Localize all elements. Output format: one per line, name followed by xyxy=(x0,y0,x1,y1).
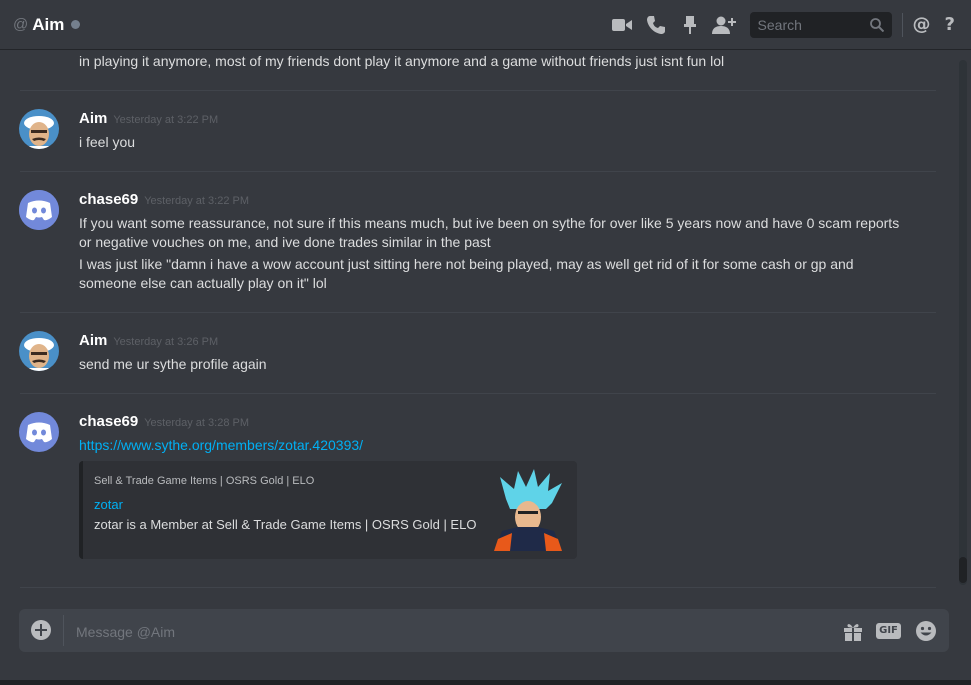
author-name[interactable]: chase69 xyxy=(79,413,138,430)
composer-divider xyxy=(63,615,64,646)
author-name[interactable]: Aim xyxy=(79,332,107,349)
avatar-chase69[interactable] xyxy=(19,412,59,452)
add-friend-to-dm-icon[interactable] xyxy=(711,13,736,37)
gift-icon[interactable] xyxy=(842,620,864,647)
scrollbar-track[interactable] xyxy=(959,60,967,585)
embed-thumbnail-image[interactable] xyxy=(488,469,568,551)
message-timestamp: Yesterday at 3:22 PM xyxy=(144,195,249,207)
message-list[interactable]: in playing it anymore, most of my friend… xyxy=(0,49,956,594)
message-link[interactable]: https://www.sythe.org/members/zotar.4203… xyxy=(79,435,929,455)
voice-call-icon[interactable] xyxy=(644,13,668,37)
message-timestamp: Yesterday at 3:26 PM xyxy=(113,336,219,348)
at-icon: @ xyxy=(13,16,29,33)
author-name[interactable]: Aim xyxy=(79,110,107,127)
message-author[interactable]: Aim Yesterday at 3:22 PM xyxy=(79,110,218,127)
message-author[interactable]: chase69 Yesterday at 3:28 PM xyxy=(79,413,249,430)
link-embed: Sell & Trade Game Items | OSRS Gold | EL… xyxy=(79,461,577,559)
embed-description: zotar is a Member at Sell & Trade Game I… xyxy=(94,517,477,532)
emoji-picker-icon[interactable] xyxy=(915,620,937,647)
dm-recipient-name[interactable]: Aim xyxy=(32,15,64,35)
message-text: i feel you xyxy=(79,134,136,150)
avatar-aim[interactable] xyxy=(19,109,59,149)
message-text: or negative vouches on me, and ive done … xyxy=(79,234,491,250)
embed-provider: Sell & Trade Game Items | OSRS Gold | EL… xyxy=(94,475,315,487)
pinned-messages-icon[interactable] xyxy=(678,13,702,37)
help-icon[interactable]: ? xyxy=(945,14,955,35)
status-indicator xyxy=(71,20,81,29)
message-text-continued: in playing it anymore, most of my friend… xyxy=(79,53,725,69)
video-call-icon[interactable] xyxy=(610,13,634,37)
message-text: send me ur sythe profile again xyxy=(79,356,267,372)
scrollbar-thumb[interactable] xyxy=(959,557,967,583)
message-divider xyxy=(20,587,936,588)
mentions-icon[interactable]: @ xyxy=(913,14,931,35)
embed-title-link[interactable]: zotar xyxy=(94,497,123,512)
channel-header: @ Aim @ ? xyxy=(0,0,971,49)
message-timestamp: Yesterday at 3:22 PM xyxy=(113,114,219,126)
header-divider xyxy=(901,12,903,37)
message-divider xyxy=(20,171,936,172)
message-author[interactable]: Aim Yesterday at 3:26 PM xyxy=(79,332,218,349)
avatar-aim[interactable] xyxy=(19,331,59,371)
gif-picker-button[interactable]: GIF xyxy=(876,623,901,639)
message-input[interactable] xyxy=(74,620,778,644)
message-timestamp: Yesterday at 3:28 PM xyxy=(144,417,249,429)
message-text: I was just like "damn i have a wow accou… xyxy=(79,256,854,272)
author-name[interactable]: chase69 xyxy=(79,191,138,208)
avatar-chase69[interactable] xyxy=(19,190,59,230)
search-icon xyxy=(869,17,884,32)
search-input[interactable] xyxy=(755,15,860,34)
search-box[interactable] xyxy=(749,11,892,38)
upload-plus-icon[interactable] xyxy=(31,620,51,640)
message-author[interactable]: chase69 Yesterday at 3:22 PM xyxy=(79,191,249,208)
window-bottom-edge xyxy=(0,680,971,685)
message-text: someone else can actually play on it" lo… xyxy=(79,275,327,291)
message-text: If you want some reassurance, not sure i… xyxy=(79,215,900,231)
message-divider xyxy=(20,312,936,313)
message-divider xyxy=(20,90,936,91)
message-composer: GIF xyxy=(19,609,949,652)
message-divider xyxy=(20,393,936,394)
